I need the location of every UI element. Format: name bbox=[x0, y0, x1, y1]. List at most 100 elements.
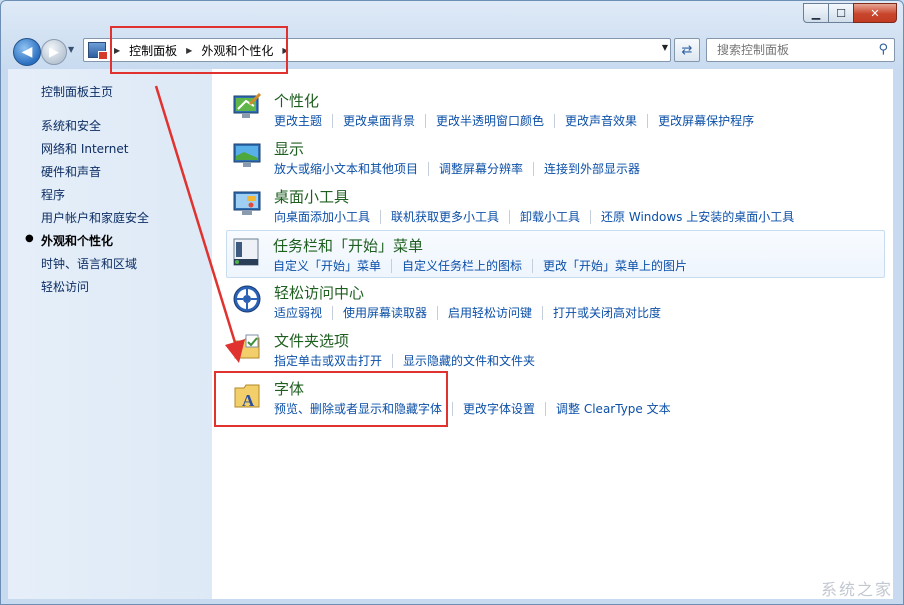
divider bbox=[554, 113, 556, 128]
section-personalization: 个性化 更改主题 更改桌面背景 更改半透明窗口颜色 更改声音效果 更改屏幕保护程… bbox=[228, 86, 885, 130]
section-title[interactable]: 显示 bbox=[274, 138, 304, 159]
section-fonts: A 字体 预览、删除或者显示和隐藏字体 更改字体设置 调整 ClearType … bbox=[228, 374, 885, 418]
search-input[interactable] bbox=[715, 42, 869, 58]
link-high-contrast[interactable]: 打开或关闭高对比度 bbox=[553, 304, 661, 321]
forward-button[interactable]: ▶ bbox=[41, 39, 67, 65]
link-text-size[interactable]: 放大或缩小文本和其他项目 bbox=[274, 160, 418, 177]
sidebar-item-appearance[interactable]: 外观和个性化 bbox=[41, 232, 113, 249]
back-arrow-icon: ◀ bbox=[21, 44, 33, 60]
main-content: 个性化 更改主题 更改桌面背景 更改半透明窗口颜色 更改声音效果 更改屏幕保护程… bbox=[212, 69, 893, 599]
divider bbox=[452, 401, 454, 416]
divider bbox=[509, 209, 511, 224]
address-bar[interactable]: ▶ 控制面板 ▶ 外观和个性化 ▶ ▼ bbox=[83, 38, 671, 62]
link-change-sounds[interactable]: 更改声音效果 bbox=[565, 112, 637, 129]
control-panel-window: ▁ ☐ ✕ ◀ ▶ ▼ ▶ 控制面板 ▶ 外观和个性化 ▶ ▼ ⇄ ⚲ 控制面板… bbox=[0, 0, 904, 605]
divider bbox=[542, 305, 544, 320]
recent-pages-dropdown[interactable]: ▼ bbox=[68, 45, 78, 55]
sidebar-item-home[interactable]: 控制面板主页 bbox=[41, 83, 113, 100]
section-folder-options: 文件夹选项 指定单击或双击打开 显示隐藏的文件和文件夹 bbox=[228, 326, 885, 370]
sidebar-item-system-security[interactable]: 系统和安全 bbox=[41, 117, 101, 134]
section-links: 适应弱视 使用屏幕读取器 启用轻松访问键 打开或关闭高对比度 bbox=[274, 304, 661, 321]
watermark: 系统之家 bbox=[820, 580, 893, 599]
sidebar-item-programs[interactable]: 程序 bbox=[41, 186, 65, 203]
address-dropdown-icon[interactable]: ▼ bbox=[662, 43, 668, 52]
link-restore-gadgets[interactable]: 还原 Windows 上安装的桌面小工具 bbox=[601, 208, 794, 225]
section-title[interactable]: 个性化 bbox=[274, 90, 319, 111]
link-change-start-picture[interactable]: 更改「开始」菜单上的图片 bbox=[543, 257, 687, 274]
control-panel-icon bbox=[88, 42, 108, 60]
section-links: 放大或缩小文本和其他项目 调整屏幕分辨率 连接到外部显示器 bbox=[274, 160, 640, 177]
section-display: 显示 放大或缩小文本和其他项目 调整屏幕分辨率 连接到外部显示器 bbox=[228, 134, 885, 178]
section-links: 自定义「开始」菜单 自定义任务栏上的图标 更改「开始」菜单上的图片 bbox=[273, 257, 687, 274]
refresh-button[interactable]: ⇄ bbox=[674, 38, 700, 62]
link-external-display[interactable]: 连接到外部显示器 bbox=[544, 160, 640, 177]
active-bullet-icon: ● bbox=[25, 233, 34, 244]
section-links: 预览、删除或者显示和隐藏字体 更改字体设置 调整 ClearType 文本 bbox=[274, 400, 671, 417]
back-button[interactable]: ◀ bbox=[13, 38, 41, 66]
section-links: 向桌面添加小工具 联机获取更多小工具 卸载小工具 还原 Windows 上安装的… bbox=[274, 208, 794, 225]
search-box[interactable]: ⚲ bbox=[706, 38, 895, 62]
chevron-down-icon: ▼ bbox=[68, 45, 75, 54]
maximize-button[interactable]: ☐ bbox=[828, 3, 854, 23]
divider bbox=[332, 113, 334, 128]
breadcrumb-control-panel[interactable]: 控制面板 bbox=[129, 42, 177, 59]
section-title[interactable]: 任务栏和「开始」菜单 bbox=[273, 235, 423, 256]
link-change-window-color[interactable]: 更改半透明窗口颜色 bbox=[436, 112, 544, 129]
section-title[interactable]: 轻松访问中心 bbox=[274, 282, 364, 303]
divider bbox=[532, 258, 534, 273]
divider bbox=[391, 258, 393, 273]
caption-buttons: ▁ ☐ ✕ bbox=[803, 3, 897, 23]
divider bbox=[392, 353, 394, 368]
divider bbox=[590, 209, 592, 224]
link-single-double-click[interactable]: 指定单击或双击打开 bbox=[274, 352, 382, 369]
section-title[interactable]: 桌面小工具 bbox=[274, 186, 349, 207]
breadcrumb-arrow-icon[interactable]: ▶ bbox=[282, 46, 288, 55]
svg-text:A: A bbox=[242, 391, 255, 410]
section-taskbar: 任务栏和「开始」菜单 自定义「开始」菜单 自定义任务栏上的图标 更改「开始」菜单… bbox=[226, 230, 885, 278]
link-screen-reader[interactable]: 使用屏幕读取器 bbox=[343, 304, 427, 321]
search-icon[interactable]: ⚲ bbox=[878, 42, 888, 57]
refresh-icon: ⇄ bbox=[681, 42, 693, 58]
link-change-background[interactable]: 更改桌面背景 bbox=[343, 112, 415, 129]
section-gadgets: 桌面小工具 向桌面添加小工具 联机获取更多小工具 卸载小工具 还原 Window… bbox=[228, 182, 885, 226]
minimize-button[interactable]: ▁ bbox=[803, 3, 829, 23]
link-get-gadgets-online[interactable]: 联机获取更多小工具 bbox=[391, 208, 499, 225]
forward-arrow-icon: ▶ bbox=[49, 44, 59, 60]
link-customize-start-menu[interactable]: 自定义「开始」菜单 bbox=[273, 257, 381, 274]
link-low-vision[interactable]: 适应弱视 bbox=[274, 304, 322, 321]
divider bbox=[380, 209, 382, 224]
divider bbox=[332, 305, 334, 320]
close-button[interactable]: ✕ bbox=[853, 3, 897, 23]
fonts-icon: A bbox=[234, 384, 260, 410]
sidebar-item-network[interactable]: 网络和 Internet bbox=[41, 140, 128, 157]
minimize-icon: ▁ bbox=[811, 6, 821, 20]
close-icon: ✕ bbox=[870, 6, 880, 20]
divider bbox=[428, 161, 430, 176]
section-links: 更改主题 更改桌面背景 更改半透明窗口颜色 更改声音效果 更改屏幕保护程序 bbox=[274, 112, 754, 129]
link-show-hidden-files[interactable]: 显示隐藏的文件和文件夹 bbox=[403, 352, 535, 369]
breadcrumb-arrow-icon[interactable]: ▶ bbox=[186, 46, 192, 55]
link-change-theme[interactable]: 更改主题 bbox=[274, 112, 322, 129]
sidebar-item-ease-of-access[interactable]: 轻松访问 bbox=[41, 278, 89, 295]
link-uninstall-gadget[interactable]: 卸载小工具 bbox=[520, 208, 580, 225]
divider bbox=[533, 161, 535, 176]
breadcrumb-arrow-icon[interactable]: ▶ bbox=[114, 46, 120, 55]
divider bbox=[545, 401, 547, 416]
section-title[interactable]: 字体 bbox=[274, 378, 304, 399]
sidebar-item-hardware[interactable]: 硬件和声音 bbox=[41, 163, 101, 180]
divider bbox=[647, 113, 649, 128]
section-title[interactable]: 文件夹选项 bbox=[274, 330, 349, 351]
divider bbox=[437, 305, 439, 320]
breadcrumb-appearance[interactable]: 外观和个性化 bbox=[201, 42, 273, 59]
link-add-gadgets[interactable]: 向桌面添加小工具 bbox=[274, 208, 370, 225]
link-resolution[interactable]: 调整屏幕分辨率 bbox=[439, 160, 523, 177]
link-font-settings[interactable]: 更改字体设置 bbox=[463, 400, 535, 417]
link-accessibility-keys[interactable]: 启用轻松访问键 bbox=[448, 304, 532, 321]
link-cleartype[interactable]: 调整 ClearType 文本 bbox=[556, 400, 671, 417]
link-preview-fonts[interactable]: 预览、删除或者显示和隐藏字体 bbox=[274, 400, 442, 417]
link-customize-taskbar-icons[interactable]: 自定义任务栏上的图标 bbox=[402, 257, 522, 274]
link-change-screensaver[interactable]: 更改屏幕保护程序 bbox=[658, 112, 754, 129]
sidebar-item-clock-language[interactable]: 时钟、语言和区域 bbox=[41, 255, 137, 272]
sidebar-item-user-accounts[interactable]: 用户帐户和家庭安全 bbox=[41, 209, 149, 226]
divider bbox=[425, 113, 427, 128]
